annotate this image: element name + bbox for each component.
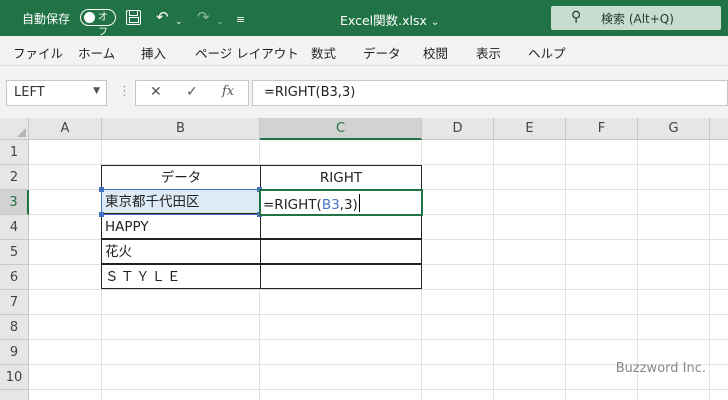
gridline: [29, 339, 728, 340]
row-header-2[interactable]: 2: [0, 165, 29, 190]
column-header-b[interactable]: B: [102, 118, 260, 140]
active-cell-editor[interactable]: =RIGHT(B3,3): [259, 189, 423, 216]
more-options-icon: ⋮: [118, 84, 131, 99]
cell-c4[interactable]: [260, 214, 422, 239]
chevron-down-icon: ⌄: [430, 17, 440, 28]
row-header-9[interactable]: 9: [0, 340, 29, 365]
cell-c2[interactable]: RIGHT: [260, 165, 422, 190]
text-caret: [358, 194, 360, 212]
column-header-c[interactable]: C: [260, 118, 422, 140]
cell-b6[interactable]: ＳＴＹＬＥ: [101, 264, 261, 289]
redo-icon[interactable]: ↷: [197, 8, 210, 26]
formula-text: =RIGHT(B3,3): [264, 85, 356, 100]
customize-qat-icon[interactable]: ≡: [236, 11, 245, 29]
row-header-7[interactable]: 7: [0, 290, 29, 315]
reference-highlight-b3: [101, 189, 261, 215]
undo-dropdown-icon[interactable]: ⌄: [175, 13, 183, 31]
cell-b2[interactable]: データ: [101, 165, 261, 190]
cell-c5[interactable]: [260, 239, 422, 264]
row-header-6[interactable]: 6: [0, 265, 29, 290]
document-title[interactable]: Excel関数.xlsx ⌄: [340, 10, 439, 29]
title-bar: 自動保存 オフ ↶ ⌄ ↷ ⌄ ≡ Excel関数.xlsx ⌄ ⚲ 検索 (A…: [0, 0, 728, 38]
name-box[interactable]: LEFT ▼: [6, 80, 107, 106]
row-header-4[interactable]: 4: [0, 215, 29, 240]
gridline: [709, 140, 710, 400]
formula-buttons: ✕ ✓ fx: [135, 80, 249, 106]
insert-function-icon[interactable]: fx: [222, 84, 234, 99]
row-header-1[interactable]: 1: [0, 140, 29, 165]
watermark: Buzzword Inc.: [615, 361, 706, 376]
formula-suffix: ,3): [339, 197, 358, 213]
column-header-a[interactable]: A: [29, 118, 102, 140]
tab-data[interactable]: データ: [363, 43, 401, 62]
reference-handle[interactable]: [99, 187, 104, 192]
worksheet-grid: A B C D E F G 1 2 3 4 5 6 7 8 9 10 データ R…: [0, 118, 728, 400]
gridline: [29, 314, 728, 315]
row-header-3[interactable]: 3: [0, 190, 29, 215]
reference-handle[interactable]: [99, 212, 104, 217]
formula-prefix: =RIGHT(: [263, 197, 322, 213]
tab-help[interactable]: ヘルプ: [528, 43, 566, 62]
name-box-value: LEFT: [14, 85, 45, 100]
select-all-button[interactable]: [0, 118, 29, 140]
row-header-8[interactable]: 8: [0, 315, 29, 340]
column-header-f[interactable]: F: [566, 118, 638, 140]
tab-home[interactable]: ホーム: [78, 43, 115, 62]
gridline: [493, 140, 494, 400]
gridline: [565, 140, 566, 400]
column-header-h[interactable]: [710, 118, 728, 140]
search-placeholder: 検索 (Alt+Q): [601, 12, 674, 26]
column-header-g[interactable]: G: [638, 118, 710, 140]
enter-icon[interactable]: ✓: [186, 84, 198, 100]
tab-formulas[interactable]: 数式: [311, 43, 336, 62]
undo-icon[interactable]: ↶: [156, 8, 169, 26]
tab-insert[interactable]: 挿入: [141, 43, 166, 62]
cell-c6[interactable]: [260, 264, 422, 289]
row-header-5[interactable]: 5: [0, 240, 29, 265]
gridline: [29, 289, 728, 290]
tab-page-layout[interactable]: ページ レイアウト: [195, 43, 299, 62]
toggle-knob: [84, 12, 95, 23]
autosave-toggle[interactable]: オフ: [80, 9, 116, 38]
row-header-10[interactable]: 10: [0, 365, 29, 390]
search-icon: ⚲: [571, 9, 582, 25]
formula-bar-area: LEFT ▼ ⋮ ✕ ✓ fx =RIGHT(B3,3): [0, 66, 728, 118]
autosave-label: 自動保存: [22, 12, 71, 26]
cell-b5[interactable]: 花火: [101, 239, 261, 264]
redo-dropdown-icon[interactable]: ⌄: [216, 13, 224, 31]
save-icon[interactable]: [126, 10, 141, 25]
chevron-down-icon[interactable]: ▼: [93, 86, 100, 96]
tab-review[interactable]: 校閲: [423, 43, 448, 62]
column-header-e[interactable]: E: [494, 118, 566, 140]
formula-input[interactable]: =RIGHT(B3,3): [252, 80, 728, 106]
cell-b4[interactable]: HAPPY: [101, 214, 261, 239]
gridline: [29, 389, 728, 390]
column-header-d[interactable]: D: [422, 118, 494, 140]
tab-file[interactable]: ファイル: [13, 43, 63, 62]
formula-reference: B3: [321, 197, 340, 213]
search-box[interactable]: ⚲ 検索 (Alt+Q): [551, 6, 721, 30]
ribbon-tabs: ファイル ホーム 挿入 ページ レイアウト 数式 データ 校閲 表示 ヘルプ: [0, 36, 728, 66]
document-name: Excel関数.xlsx: [340, 13, 427, 28]
cancel-icon[interactable]: ✕: [150, 84, 162, 100]
tab-view[interactable]: 表示: [476, 43, 501, 62]
row-header-11[interactable]: [0, 390, 29, 400]
